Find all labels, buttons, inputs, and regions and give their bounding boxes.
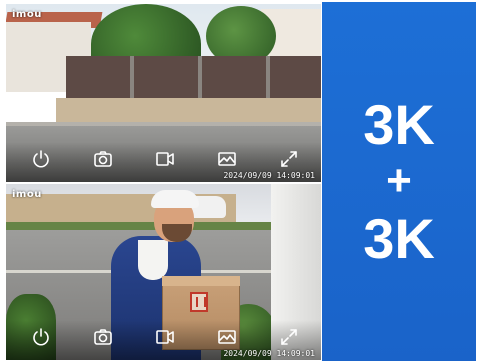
brand-logo: imou (12, 189, 42, 200)
plus-sign: + (386, 155, 412, 205)
power-icon[interactable] (30, 326, 52, 348)
timestamp: 2024/09/09 14:09:01 (223, 349, 315, 358)
resolution-label-top: 3K (363, 92, 435, 156)
fullscreen-icon[interactable] (278, 326, 300, 348)
resolution-label-bottom: 3K (363, 206, 435, 270)
video-record-icon[interactable] (154, 148, 176, 170)
power-icon[interactable] (30, 148, 52, 170)
image-icon[interactable] (216, 148, 238, 170)
camera-icon[interactable] (92, 326, 114, 348)
resolution-promo-panel: 3K + 3K (322, 2, 476, 361)
fullscreen-icon[interactable] (278, 148, 300, 170)
camera-feed-top[interactable]: imou 2024/09/09 14:09:01 (6, 4, 321, 182)
image-icon[interactable] (216, 326, 238, 348)
brand-logo: imou (12, 9, 42, 20)
camera-feed-bottom[interactable]: imou 2024/09/09 14:09:01 (6, 184, 321, 360)
camera-icon[interactable] (92, 148, 114, 170)
video-record-icon[interactable] (154, 326, 176, 348)
timestamp: 2024/09/09 14:09:01 (223, 171, 315, 180)
